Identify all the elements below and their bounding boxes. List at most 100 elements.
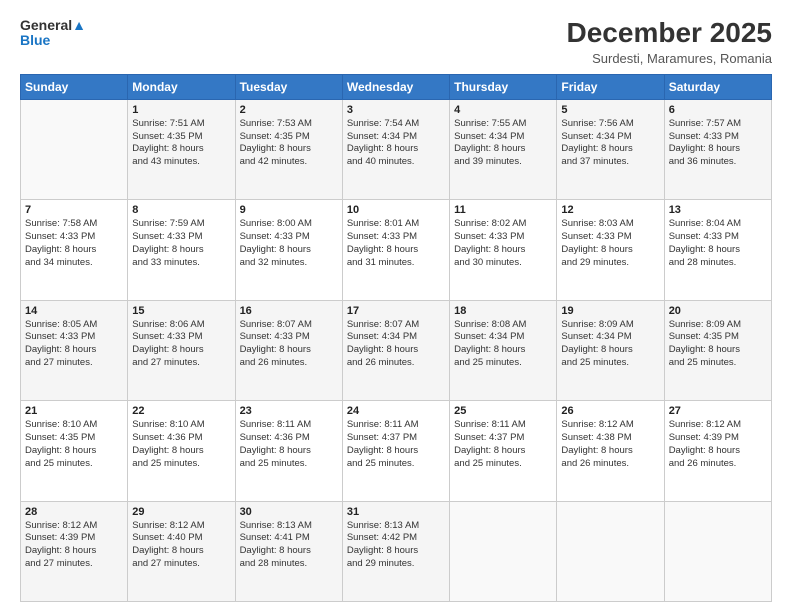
table-cell: 20 Sunrise: 8:09 AMSunset: 4:35 PMDaylig… xyxy=(664,300,771,400)
day-number: 18 xyxy=(454,305,552,317)
day-info: Sunrise: 8:12 AMSunset: 4:40 PMDaylight:… xyxy=(132,520,230,571)
day-info: Sunrise: 7:53 AMSunset: 4:35 PMDaylight:… xyxy=(240,118,338,169)
table-cell: 7 Sunrise: 7:58 AMSunset: 4:33 PMDayligh… xyxy=(21,200,128,300)
day-info: Sunrise: 7:54 AMSunset: 4:34 PMDaylight:… xyxy=(347,118,445,169)
table-cell: 22 Sunrise: 8:10 AMSunset: 4:36 PMDaylig… xyxy=(128,401,235,501)
table-cell xyxy=(664,501,771,601)
table-cell xyxy=(557,501,664,601)
day-number: 16 xyxy=(240,305,338,317)
day-info: Sunrise: 7:57 AMSunset: 4:33 PMDaylight:… xyxy=(669,118,767,169)
day-number: 9 xyxy=(240,204,338,216)
table-cell: 16 Sunrise: 8:07 AMSunset: 4:33 PMDaylig… xyxy=(235,300,342,400)
main-title: December 2025 xyxy=(567,18,772,49)
table-cell: 13 Sunrise: 8:04 AMSunset: 4:33 PMDaylig… xyxy=(664,200,771,300)
day-info: Sunrise: 8:04 AMSunset: 4:33 PMDaylight:… xyxy=(669,218,767,269)
day-info: Sunrise: 8:01 AMSunset: 4:33 PMDaylight:… xyxy=(347,218,445,269)
header-wednesday: Wednesday xyxy=(342,74,449,99)
logo: General▲ Blue xyxy=(20,18,86,49)
calendar-body: 1 Sunrise: 7:51 AMSunset: 4:35 PMDayligh… xyxy=(21,99,772,601)
day-info: Sunrise: 8:07 AMSunset: 4:34 PMDaylight:… xyxy=(347,319,445,370)
day-info: Sunrise: 7:51 AMSunset: 4:35 PMDaylight:… xyxy=(132,118,230,169)
table-cell: 10 Sunrise: 8:01 AMSunset: 4:33 PMDaylig… xyxy=(342,200,449,300)
day-number: 6 xyxy=(669,104,767,116)
day-number: 13 xyxy=(669,204,767,216)
day-number: 12 xyxy=(561,204,659,216)
table-cell: 11 Sunrise: 8:02 AMSunset: 4:33 PMDaylig… xyxy=(450,200,557,300)
header-sunday: Sunday xyxy=(21,74,128,99)
day-number: 22 xyxy=(132,405,230,417)
calendar-header: Sunday Monday Tuesday Wednesday Thursday… xyxy=(21,74,772,99)
table-cell: 12 Sunrise: 8:03 AMSunset: 4:33 PMDaylig… xyxy=(557,200,664,300)
day-info: Sunrise: 8:12 AMSunset: 4:39 PMDaylight:… xyxy=(25,520,123,571)
title-block: December 2025 Surdesti, Maramures, Roman… xyxy=(567,18,772,66)
day-info: Sunrise: 8:03 AMSunset: 4:33 PMDaylight:… xyxy=(561,218,659,269)
day-info: Sunrise: 8:11 AMSunset: 4:37 PMDaylight:… xyxy=(454,419,552,470)
day-number: 24 xyxy=(347,405,445,417)
day-number: 31 xyxy=(347,506,445,518)
day-number: 28 xyxy=(25,506,123,518)
table-cell xyxy=(21,99,128,199)
table-cell: 18 Sunrise: 8:08 AMSunset: 4:34 PMDaylig… xyxy=(450,300,557,400)
day-info: Sunrise: 7:58 AMSunset: 4:33 PMDaylight:… xyxy=(25,218,123,269)
day-info: Sunrise: 8:06 AMSunset: 4:33 PMDaylight:… xyxy=(132,319,230,370)
day-number: 21 xyxy=(25,405,123,417)
day-info: Sunrise: 8:09 AMSunset: 4:35 PMDaylight:… xyxy=(669,319,767,370)
table-cell: 6 Sunrise: 7:57 AMSunset: 4:33 PMDayligh… xyxy=(664,99,771,199)
day-info: Sunrise: 8:10 AMSunset: 4:36 PMDaylight:… xyxy=(132,419,230,470)
day-info: Sunrise: 8:11 AMSunset: 4:36 PMDaylight:… xyxy=(240,419,338,470)
table-cell: 2 Sunrise: 7:53 AMSunset: 4:35 PMDayligh… xyxy=(235,99,342,199)
header: General▲ Blue December 2025 Surdesti, Ma… xyxy=(20,18,772,66)
day-number: 8 xyxy=(132,204,230,216)
table-cell: 19 Sunrise: 8:09 AMSunset: 4:34 PMDaylig… xyxy=(557,300,664,400)
day-info: Sunrise: 8:02 AMSunset: 4:33 PMDaylight:… xyxy=(454,218,552,269)
header-monday: Monday xyxy=(128,74,235,99)
day-number: 19 xyxy=(561,305,659,317)
header-thursday: Thursday xyxy=(450,74,557,99)
table-cell: 1 Sunrise: 7:51 AMSunset: 4:35 PMDayligh… xyxy=(128,99,235,199)
day-info: Sunrise: 8:13 AMSunset: 4:41 PMDaylight:… xyxy=(240,520,338,571)
day-number: 14 xyxy=(25,305,123,317)
table-cell: 29 Sunrise: 8:12 AMSunset: 4:40 PMDaylig… xyxy=(128,501,235,601)
table-cell: 27 Sunrise: 8:12 AMSunset: 4:39 PMDaylig… xyxy=(664,401,771,501)
day-number: 29 xyxy=(132,506,230,518)
day-info: Sunrise: 7:56 AMSunset: 4:34 PMDaylight:… xyxy=(561,118,659,169)
calendar-table: Sunday Monday Tuesday Wednesday Thursday… xyxy=(20,74,772,602)
day-number: 20 xyxy=(669,305,767,317)
table-cell: 3 Sunrise: 7:54 AMSunset: 4:34 PMDayligh… xyxy=(342,99,449,199)
day-number: 3 xyxy=(347,104,445,116)
header-friday: Friday xyxy=(557,74,664,99)
sub-title: Surdesti, Maramures, Romania xyxy=(567,51,772,66)
day-number: 23 xyxy=(240,405,338,417)
table-cell: 26 Sunrise: 8:12 AMSunset: 4:38 PMDaylig… xyxy=(557,401,664,501)
table-cell: 8 Sunrise: 7:59 AMSunset: 4:33 PMDayligh… xyxy=(128,200,235,300)
day-number: 10 xyxy=(347,204,445,216)
table-cell: 4 Sunrise: 7:55 AMSunset: 4:34 PMDayligh… xyxy=(450,99,557,199)
day-number: 25 xyxy=(454,405,552,417)
day-number: 15 xyxy=(132,305,230,317)
day-number: 11 xyxy=(454,204,552,216)
day-number: 17 xyxy=(347,305,445,317)
day-number: 30 xyxy=(240,506,338,518)
day-info: Sunrise: 8:13 AMSunset: 4:42 PMDaylight:… xyxy=(347,520,445,571)
table-cell: 17 Sunrise: 8:07 AMSunset: 4:34 PMDaylig… xyxy=(342,300,449,400)
day-info: Sunrise: 7:55 AMSunset: 4:34 PMDaylight:… xyxy=(454,118,552,169)
day-info: Sunrise: 8:07 AMSunset: 4:33 PMDaylight:… xyxy=(240,319,338,370)
day-number: 2 xyxy=(240,104,338,116)
header-tuesday: Tuesday xyxy=(235,74,342,99)
header-saturday: Saturday xyxy=(664,74,771,99)
table-cell: 14 Sunrise: 8:05 AMSunset: 4:33 PMDaylig… xyxy=(21,300,128,400)
day-info: Sunrise: 8:08 AMSunset: 4:34 PMDaylight:… xyxy=(454,319,552,370)
table-cell xyxy=(450,501,557,601)
table-cell: 21 Sunrise: 8:10 AMSunset: 4:35 PMDaylig… xyxy=(21,401,128,501)
day-info: Sunrise: 7:59 AMSunset: 4:33 PMDaylight:… xyxy=(132,218,230,269)
table-cell: 23 Sunrise: 8:11 AMSunset: 4:36 PMDaylig… xyxy=(235,401,342,501)
table-cell: 9 Sunrise: 8:00 AMSunset: 4:33 PMDayligh… xyxy=(235,200,342,300)
table-cell: 30 Sunrise: 8:13 AMSunset: 4:41 PMDaylig… xyxy=(235,501,342,601)
day-number: 1 xyxy=(132,104,230,116)
day-info: Sunrise: 8:09 AMSunset: 4:34 PMDaylight:… xyxy=(561,319,659,370)
table-cell: 15 Sunrise: 8:06 AMSunset: 4:33 PMDaylig… xyxy=(128,300,235,400)
day-number: 5 xyxy=(561,104,659,116)
day-info: Sunrise: 8:12 AMSunset: 4:38 PMDaylight:… xyxy=(561,419,659,470)
table-cell: 5 Sunrise: 7:56 AMSunset: 4:34 PMDayligh… xyxy=(557,99,664,199)
day-number: 4 xyxy=(454,104,552,116)
